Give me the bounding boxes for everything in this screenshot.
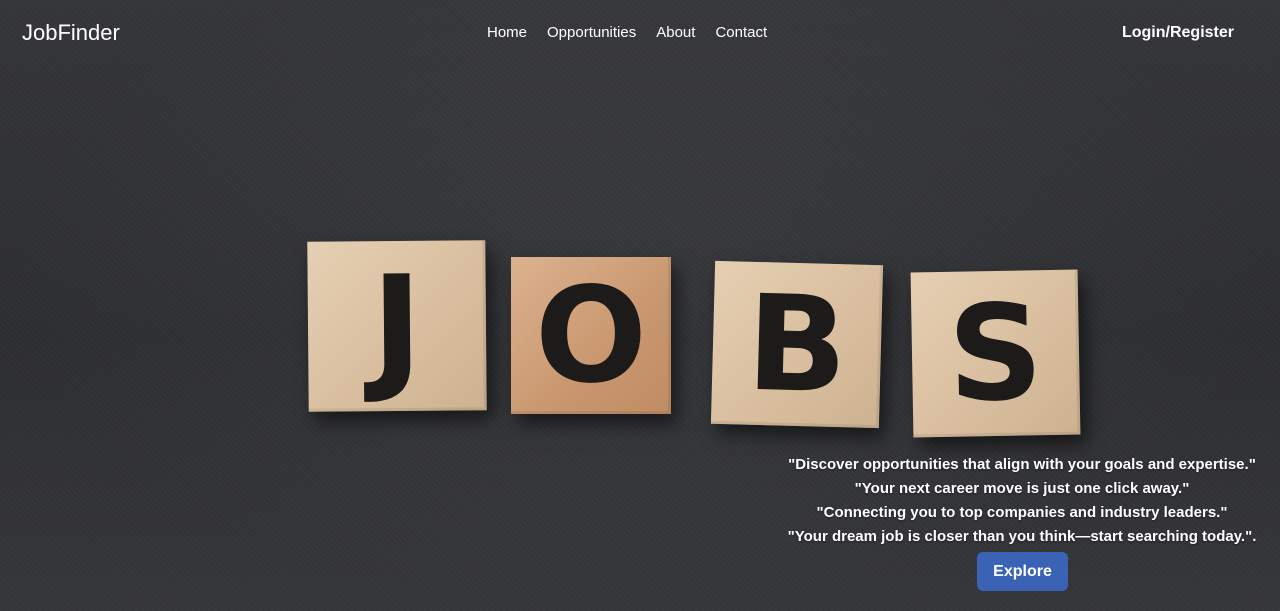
- block-letter: O: [534, 258, 648, 413]
- quote-line: "Your next career move is just one click…: [854, 480, 1190, 497]
- nav-item-about: About: [656, 24, 695, 42]
- nav-link-contact[interactable]: Contact: [715, 24, 767, 41]
- nav-item-contact: Contact: [715, 24, 767, 42]
- navbar: JobFinder Home Opportunities About Conta…: [0, 0, 1280, 66]
- nav-link-home[interactable]: Home: [487, 24, 527, 41]
- quote-line: "Discover opportunities that align with …: [788, 456, 1256, 473]
- letter-block-o: O: [511, 257, 671, 414]
- letter-block-b: B: [710, 260, 884, 429]
- login-register-link[interactable]: Login/Register: [1122, 24, 1234, 42]
- nav-links: Home Opportunities About Contact: [487, 24, 767, 42]
- explore-button[interactable]: Explore: [977, 552, 1068, 591]
- nav-item-opportunities: Opportunities: [547, 24, 636, 42]
- nav-item-home: Home: [487, 24, 527, 42]
- nav-link-opportunities[interactable]: Opportunities: [547, 24, 636, 41]
- quote-line: "Connecting you to top companies and ind…: [816, 504, 1228, 521]
- block-letter: J: [370, 245, 424, 407]
- quote-line: "Your dream job is closer than you think…: [787, 528, 1257, 545]
- block-letter: S: [946, 275, 1045, 432]
- hero-quotes: "Discover opportunities that align with …: [762, 453, 1280, 549]
- block-letter: B: [744, 266, 850, 423]
- nav-link-about[interactable]: About: [656, 24, 695, 41]
- brand-logo[interactable]: JobFinder: [22, 20, 120, 46]
- letter-block-s: S: [910, 269, 1081, 438]
- letter-block-j: J: [307, 240, 487, 412]
